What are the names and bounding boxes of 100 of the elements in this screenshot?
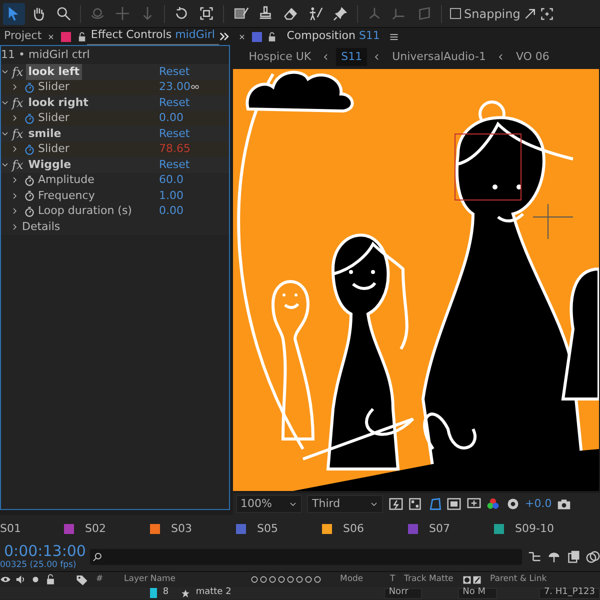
magnifier-icon[interactable] [56, 6, 71, 21]
fit-frame-icon[interactable] [540, 6, 554, 20]
resolution-dropdown[interactable]: Third [307, 495, 383, 513]
color-channels-icon[interactable] [486, 497, 500, 511]
property-name: Amplitude [38, 172, 94, 188]
camera-icon[interactable] [557, 497, 572, 511]
stopwatch-icon[interactable] [24, 112, 35, 124]
reset-link[interactable]: Reset [159, 156, 190, 173]
dot-icon[interactable] [30, 574, 41, 585]
lock-icon[interactable] [45, 574, 56, 585]
timecode[interactable]: 0:00:13:00 [0, 542, 84, 559]
stamp-icon[interactable] [258, 6, 274, 21]
rotate-icon[interactable] [174, 6, 190, 21]
search-icon [92, 552, 104, 562]
column-header: T [390, 573, 396, 586]
flowchart-icon[interactable] [528, 550, 542, 564]
expand-arrow-icon[interactable] [523, 6, 538, 20]
panel-tab[interactable]: Project [0, 28, 46, 45]
breadcrumb[interactable]: S11 [336, 48, 368, 66]
fx-label: fx [12, 156, 24, 174]
mode-dropdown[interactable]: Norr [384, 588, 422, 598]
eraser-icon[interactable] [283, 6, 298, 21]
comp-tab[interactable]: S05 [257, 520, 278, 538]
zoom-dropdown[interactable]: 100% [236, 495, 302, 513]
breadcrumb[interactable]: UniversalAudio-1 [387, 48, 491, 66]
property-name: Slider [38, 79, 70, 95]
property-value[interactable]: 1.00 [159, 188, 184, 204]
group-label[interactable]: Details [22, 218, 60, 235]
chevron-right-icon[interactable] [11, 83, 19, 92]
star-icon [180, 588, 190, 598]
reset-link[interactable]: Reset [159, 126, 190, 142]
property-name: Loop duration (s) [38, 203, 132, 219]
effect-name[interactable]: look right [26, 94, 90, 111]
checkerboard-icon[interactable] [408, 497, 422, 511]
property-value[interactable]: 60.0 [159, 172, 184, 188]
parent-dropdown[interactable]: 7. H1_P123 [538, 588, 600, 598]
track-matte-dropdown[interactable]: No M [458, 588, 497, 598]
comp-tab[interactable]: S03 [171, 520, 192, 538]
lock-icon[interactable] [267, 32, 278, 42]
effect-name[interactable]: Wiggle [26, 156, 74, 173]
selection-arrow-tool[interactable] [2, 2, 25, 24]
hand-icon[interactable] [31, 6, 46, 21]
frame-icon[interactable] [199, 6, 214, 21]
speaker-icon[interactable] [15, 574, 26, 585]
fx-label: fx [12, 94, 24, 112]
exposure-value[interactable]: +0.0 [525, 496, 552, 512]
stopwatch-icon[interactable] [24, 174, 35, 186]
lock-icon[interactable] [76, 32, 87, 42]
composition-tab[interactable]: Composition S11 [282, 28, 384, 45]
safe-margin-icon[interactable] [447, 497, 461, 511]
close-icon[interactable] [47, 32, 56, 40]
chevron-right-icon[interactable] [11, 145, 19, 154]
label-tag-icon[interactable] [76, 574, 88, 586]
property-value[interactable]: 0.00 [159, 110, 184, 126]
chevron-right-icon[interactable] [11, 114, 19, 122]
layer-title: 11 • midGirl ctrl [1, 46, 91, 63]
menu-icon[interactable] [389, 32, 400, 42]
column-header: Track Matte [404, 573, 454, 586]
fast-preview-icon[interactable] [388, 497, 402, 511]
effect-name[interactable]: look left [26, 64, 82, 80]
reset-link[interactable]: Reset [159, 94, 190, 111]
layer-name: matte 2 [196, 586, 232, 600]
eye-icon[interactable] [0, 574, 11, 585]
breadcrumb[interactable]: Hospice UK [244, 48, 316, 66]
stopwatch-icon[interactable] [24, 190, 35, 202]
close-icon[interactable] [238, 32, 246, 40]
chevron-down-icon[interactable] [1, 130, 9, 138]
brush-icon[interactable] [472, 574, 482, 584]
layer-color-swatch [61, 32, 72, 42]
breadcrumb[interactable]: VO 06 [510, 48, 554, 66]
comp-tab[interactable]: S01 [0, 520, 21, 538]
puppet-icon[interactable] [308, 6, 323, 21]
search-field[interactable] [90, 549, 522, 565]
chevron-down-icon[interactable] [1, 160, 9, 169]
chevron-left-icon [496, 53, 505, 61]
snapping-checkbox[interactable]: Snapping [450, 4, 520, 22]
stopwatch-icon[interactable] [24, 144, 35, 155]
comp-tab[interactable]: S09-10 [515, 520, 554, 538]
frame-blending-icon[interactable] [566, 550, 580, 564]
chevron-down-icon[interactable] [1, 68, 9, 76]
rectangle-pen-icon[interactable] [234, 6, 248, 21]
motion-blur-icon[interactable] [586, 550, 600, 564]
layer-number: 8 [162, 586, 170, 600]
stopwatch-icon[interactable] [24, 82, 35, 93]
exposure-icon[interactable] [506, 497, 520, 511]
reset-link[interactable]: Reset [159, 64, 190, 80]
chevron-down-icon[interactable] [1, 98, 9, 107]
stopwatch-icon[interactable] [24, 206, 35, 217]
shy-layers-icon[interactable] [547, 550, 561, 564]
effect-name[interactable]: smile [26, 126, 64, 142]
pin-icon[interactable] [332, 6, 348, 21]
comp-tab[interactable]: S02 [85, 520, 106, 538]
property-value[interactable]: 23.00 [159, 79, 190, 96]
matte-icon[interactable] [462, 574, 472, 584]
property-value[interactable]: 0.00 [159, 203, 184, 220]
comp-tab[interactable]: S06 [343, 520, 364, 538]
region-icon[interactable] [466, 497, 480, 511]
mask-path-icon[interactable] [428, 497, 442, 511]
overflow-chevrons-icon[interactable] [219, 31, 230, 42]
comp-tab[interactable]: S07 [429, 520, 450, 538]
